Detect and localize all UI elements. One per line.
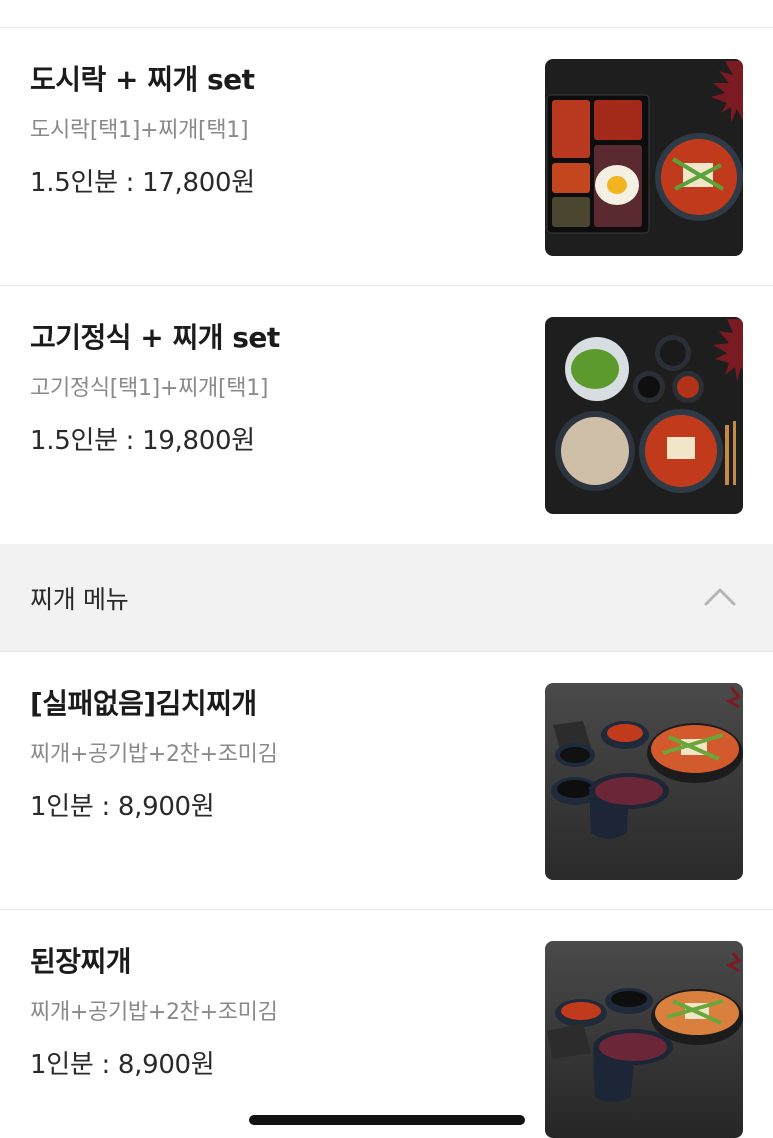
menu-item-dosirak-set[interactable]: 도시락 + 찌개 set 도시락[택1]+찌개[택1] 1.5인분 : 17,8…: [0, 28, 773, 286]
kimchi-stew-photo-icon: [545, 683, 743, 880]
section-header-stew-menu[interactable]: 찌개 메뉴: [0, 544, 773, 652]
menu-item-name: [실패없음]김치찌개: [30, 687, 257, 720]
menu-item-doenjang-stew[interactable]: 된장찌개 찌개+공기밥+2찬+조미김 1인분 : 8,900원: [0, 910, 773, 1138]
menu-item-price: 1인분 : 8,900원: [30, 792, 215, 822]
menu-item-desc: 찌개+공기밥+2찬+조미김: [30, 1000, 278, 1025]
home-indicator[interactable]: [249, 1115, 525, 1125]
menu-item-desc: 고기정식[택1]+찌개[택1]: [30, 376, 269, 401]
menu-item-name: 도시락 + 찌개 set: [30, 63, 255, 96]
menu-item-desc: 찌개+공기밥+2찬+조미김: [30, 742, 278, 767]
doenjang-stew-photo-icon: [545, 941, 743, 1138]
dosirak-set-photo-icon: [545, 59, 743, 256]
menu-item-meat-set[interactable]: 고기정식 + 찌개 set 고기정식[택1]+찌개[택1] 1.5인분 : 19…: [0, 286, 773, 544]
menu-item-name: 고기정식 + 찌개 set: [30, 321, 280, 354]
menu-item-kimchi-stew[interactable]: [실패없음]김치찌개 찌개+공기밥+2찬+조미김 1인분 : 8,900원: [0, 652, 773, 910]
menu-item-desc: 도시락[택1]+찌개[택1]: [30, 118, 249, 143]
section-title: 찌개 메뉴: [30, 585, 129, 614]
chevron-up-icon[interactable]: [702, 582, 738, 612]
menu-item-name: 된장찌개: [30, 945, 132, 978]
menu-item-price: 1.5인분 : 19,800원: [30, 426, 255, 456]
menu-item-price: 1.5인분 : 17,800원: [30, 168, 255, 198]
meat-set-photo-icon: [545, 317, 743, 514]
menu-item-price: 1인분 : 8,900원: [30, 1050, 215, 1080]
